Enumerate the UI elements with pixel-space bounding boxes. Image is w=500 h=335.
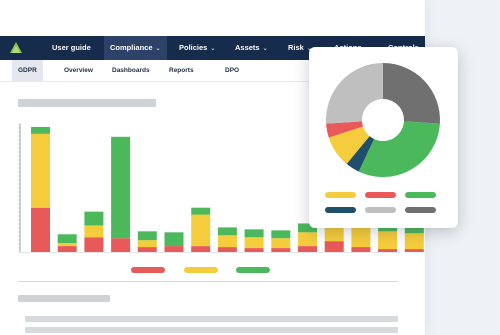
bar-segment-red[interactable] <box>217 247 237 252</box>
nav-policies[interactable]: Policies ⌄ <box>179 36 215 60</box>
bar-segment-green[interactable] <box>137 231 157 241</box>
subnav-dpo-label: DPO <box>225 67 240 74</box>
bar-segment-red[interactable] <box>351 247 371 252</box>
subnav-gdpr[interactable]: GDPR <box>12 60 43 81</box>
subnav-reports[interactable]: Reports <box>169 60 194 81</box>
bar-segment-yellow[interactable] <box>191 214 211 247</box>
subnav-dashboards-label: Dashboards <box>112 67 150 74</box>
donut-slice-light_gray[interactable] <box>326 63 383 124</box>
bar-segment-red[interactable] <box>324 241 344 252</box>
bar-segment-yellow[interactable] <box>84 225 104 238</box>
legend-swatch-light_gray <box>365 207 396 213</box>
nav-user-guide[interactable]: User guide <box>52 36 91 60</box>
bar-segment-green[interactable] <box>217 227 237 236</box>
bar-segment-red[interactable] <box>164 246 184 252</box>
section-heading-placeholder <box>18 99 156 107</box>
subnav-overview[interactable]: Overview <box>64 60 93 81</box>
bar-segment-yellow[interactable] <box>244 237 264 249</box>
bar-segment-red[interactable] <box>271 248 291 252</box>
bar-segment-green[interactable] <box>164 232 184 247</box>
bar-segment-red[interactable] <box>191 246 211 252</box>
bar-segment-yellow[interactable] <box>378 231 398 250</box>
bar-segment-green[interactable] <box>191 207 211 215</box>
chart-divider <box>18 281 398 282</box>
bar-segment-yellow[interactable] <box>298 232 317 247</box>
donut-chart-popup <box>309 47 458 228</box>
donut-slice-green[interactable] <box>358 121 440 178</box>
legend-swatch-red <box>131 267 165 273</box>
bar-segment-green[interactable] <box>271 230 291 239</box>
bar-segment-yellow[interactable] <box>31 133 50 208</box>
bar-segment-yellow[interactable] <box>404 233 424 250</box>
text-line-placeholder <box>25 327 398 333</box>
subnav-dashboards[interactable]: Dashboards <box>112 60 150 81</box>
subnav-overview-label: Overview <box>64 67 93 74</box>
bar-segment-green[interactable] <box>111 136 131 239</box>
legend-swatch-green <box>236 267 270 273</box>
chevron-down-icon: ⌄ <box>262 46 268 52</box>
bar-segment-red[interactable] <box>378 249 398 252</box>
legend-swatch-red <box>365 192 396 198</box>
bar-segment-yellow[interactable] <box>57 243 77 247</box>
subnav-reports-label: Reports <box>169 67 194 74</box>
bar-segment-yellow[interactable] <box>137 240 157 248</box>
chevron-down-icon: ⌄ <box>210 46 216 52</box>
legend-swatch-yellow <box>184 267 218 273</box>
bar-segment-red[interactable] <box>244 248 264 252</box>
legend-swatch-yellow <box>325 192 356 198</box>
bar-segment-red[interactable] <box>404 249 424 252</box>
bar-segment-green[interactable] <box>244 229 264 238</box>
bar-segment-red[interactable] <box>137 247 157 252</box>
donut-slice-dark_gray[interactable] <box>383 63 440 124</box>
bar-segment-green[interactable] <box>31 126 50 134</box>
subnav-dpo[interactable]: DPO <box>225 60 239 81</box>
nav-policies-label: Policies <box>179 43 208 52</box>
nav-compliance[interactable]: Compliance ⌄ <box>104 36 167 60</box>
nav-assets[interactable]: Assets ⌄ <box>235 36 268 60</box>
bar-segment-red[interactable] <box>298 246 317 252</box>
bar-segment-red[interactable] <box>31 207 50 252</box>
bar-segment-red[interactable] <box>111 238 131 252</box>
bar-segment-yellow[interactable] <box>324 227 344 242</box>
legend-swatch-dark_gray <box>405 207 436 213</box>
legend-swatch-dark_teal <box>325 207 356 213</box>
nav-compliance-label: Compliance <box>110 43 153 52</box>
nav-user-guide-label: User guide <box>52 43 91 52</box>
bar-segment-yellow[interactable] <box>217 235 237 248</box>
bar-segment-red[interactable] <box>84 237 104 252</box>
subnav-gdpr-label: GDPR <box>18 67 37 74</box>
bar-segment-yellow[interactable] <box>271 238 291 249</box>
nav-assets-label: Assets <box>235 43 260 52</box>
text-line-placeholder <box>25 316 398 322</box>
bar-segment-green[interactable] <box>84 211 104 226</box>
bar-segment-red[interactable] <box>57 246 77 252</box>
app-logo-icon <box>10 42 22 53</box>
nav-risk-label: Risk <box>288 43 304 52</box>
chevron-down-icon: ⌄ <box>155 46 161 52</box>
donut-chart <box>325 63 440 213</box>
bar-segment-green[interactable] <box>57 234 77 244</box>
legend-swatch-green <box>405 192 436 198</box>
subheading-placeholder <box>18 295 110 302</box>
